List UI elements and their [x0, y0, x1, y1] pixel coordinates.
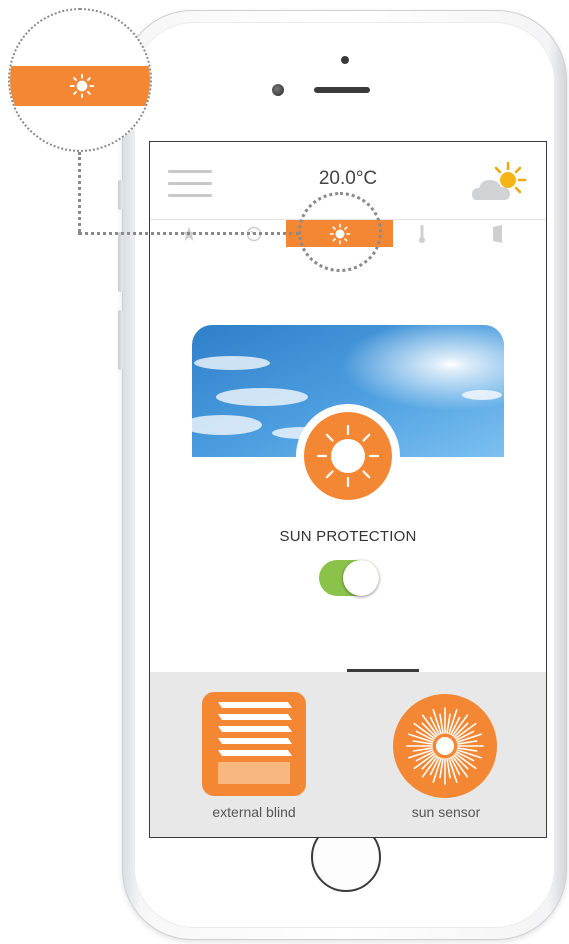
sun-icon: [69, 73, 95, 99]
sun-protection-toggle[interactable]: [319, 560, 379, 596]
callout-connector-vertical: [78, 152, 81, 232]
sun-sensor-button[interactable]: [393, 694, 497, 798]
callout-connector-horizontal: [78, 232, 300, 235]
door-icon: [493, 224, 502, 243]
volume-up-button: [118, 232, 123, 292]
sun-sensor-label: sun sensor: [411, 804, 481, 820]
sun-protection-title: SUN PROTECTION: [279, 528, 417, 545]
sun-protection-icon: [304, 412, 392, 500]
tab-doors[interactable]: [464, 220, 532, 247]
callout-target-ring: [298, 192, 382, 272]
tab-climate[interactable]: [388, 220, 456, 247]
proximity-sensor: [341, 56, 349, 64]
panel-drag-handle[interactable]: [347, 669, 419, 672]
external-blind-label: external blind: [212, 804, 296, 820]
zoom-callout: [8, 8, 152, 152]
mute-switch: [118, 180, 123, 210]
front-camera: [272, 84, 284, 96]
blind-icon: [218, 702, 292, 784]
earpiece-speaker: [314, 87, 370, 93]
callout-tab-highlight: [10, 66, 150, 106]
thermometer-icon: [419, 224, 425, 243]
partly-sunny-icon: [468, 160, 528, 208]
external-blind-button[interactable]: [202, 692, 306, 796]
toggle-knob: [343, 560, 379, 596]
sun-sensor-icon: [406, 707, 484, 785]
volume-down-button: [118, 310, 123, 370]
